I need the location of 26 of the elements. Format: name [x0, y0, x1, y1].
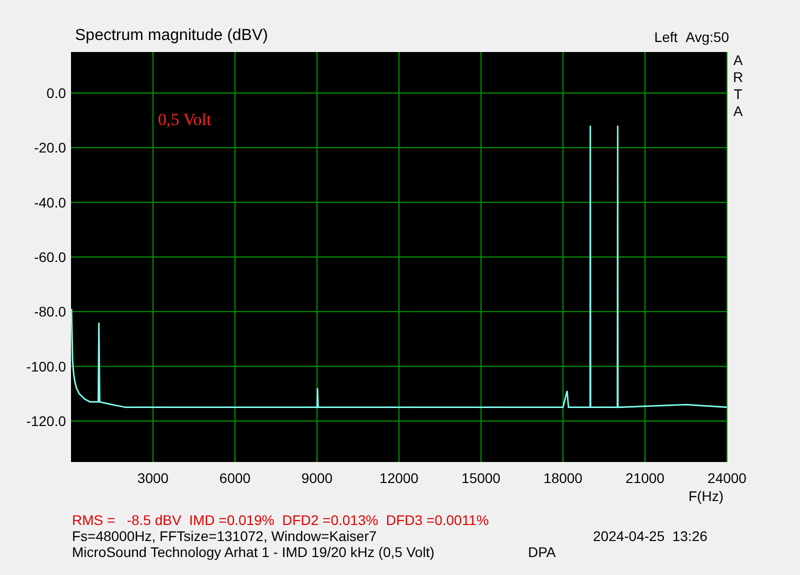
y-tick-label: -20.0	[34, 140, 66, 156]
brand-label: ARTA	[732, 52, 744, 119]
x-tick-label: 6000	[219, 470, 251, 486]
y-tick-label: -120.0	[26, 413, 66, 429]
x-tick-label: 24000	[708, 470, 746, 486]
channel-label: Left	[654, 28, 678, 47]
analysis-settings: Fs=48000Hz, FFTsize=131072, Window=Kaiser7	[72, 528, 378, 544]
average-label: Avg:50	[686, 28, 729, 47]
y-tick-label: -100.0	[26, 358, 66, 374]
timestamp: 2024-04-25 13:26	[593, 528, 708, 544]
x-tick-label: 15000	[462, 470, 500, 486]
chart-annotation: 0,5 Volt	[158, 110, 212, 129]
measurement-description: MicroSound Technology Arhat 1 - IMD 19/20 kHz (0,5 Volt)	[72, 544, 436, 560]
y-tick-label: 0.0	[46, 85, 66, 101]
y-tick-label: -80.0	[34, 304, 66, 320]
x-axis-label: F(Hz)	[688, 488, 724, 504]
x-tick-label: 3000	[137, 470, 169, 486]
device-label: DPA	[528, 544, 556, 560]
y-tick-label: -60.0	[34, 249, 66, 265]
chart-title: Spectrum magnitude (dBV)	[75, 26, 268, 46]
x-tick-label: 18000	[544, 470, 582, 486]
measurement-summary: RMS = -8.5 dBV IMD =0.019% DFD2 =0.013% DFD3 =0.0011%	[72, 512, 490, 528]
x-tick-label: 21000	[626, 470, 664, 486]
y-tick-label: -40.0	[34, 194, 66, 210]
x-tick-label: 9000	[301, 470, 333, 486]
x-tick-label: 12000	[380, 470, 418, 486]
